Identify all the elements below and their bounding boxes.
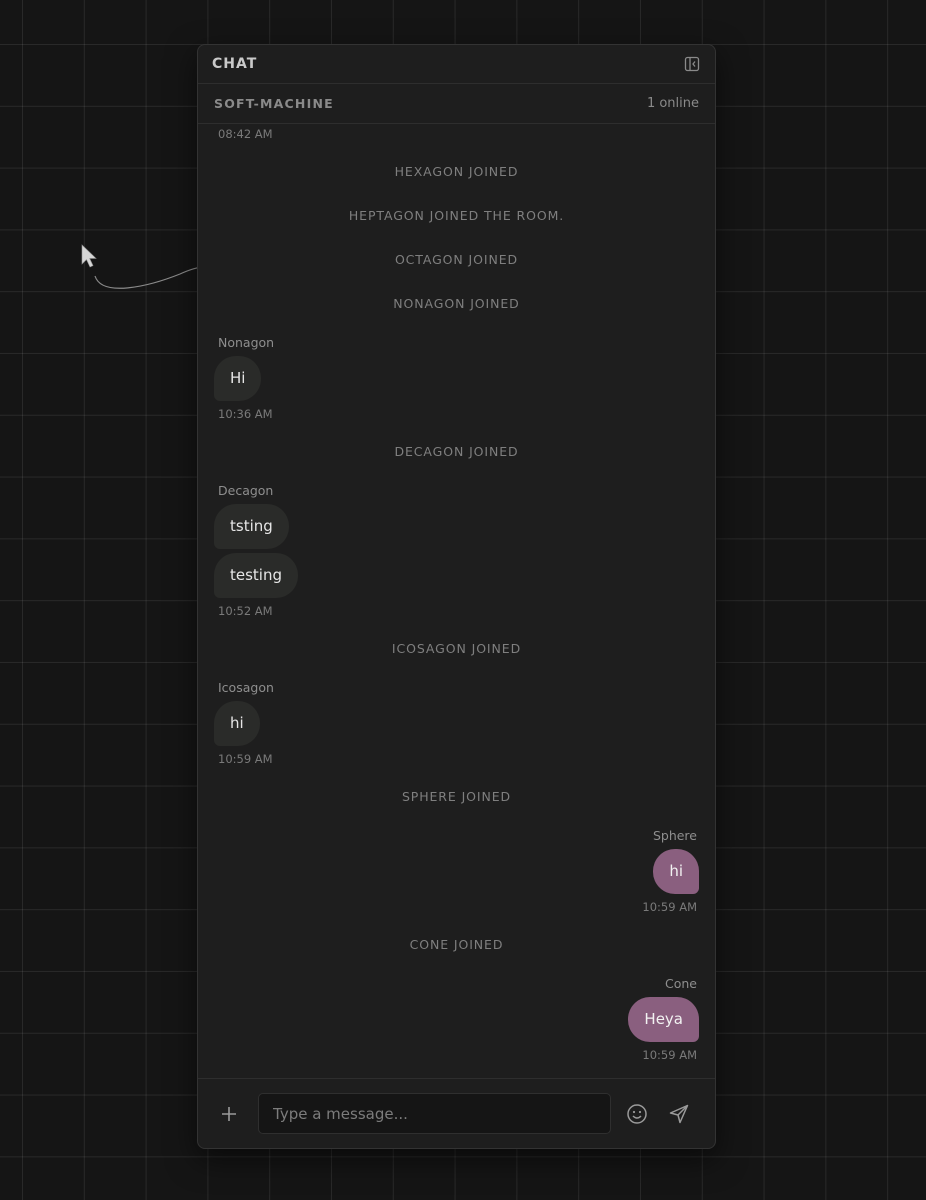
system-message: ICOSAGON JOINED [391,641,522,656]
message-bubble[interactable]: testing [214,553,299,598]
system-message: NONAGON JOINED [393,296,520,311]
message-row: Heya [214,997,699,1042]
plus-icon [222,1106,236,1121]
send-button[interactable] [665,1100,693,1128]
message-timestamp: 10:59 AM [218,752,273,766]
message-row: testing [214,553,699,598]
message-row: Hi [214,356,699,401]
message-sender: Decagon [218,483,274,498]
own-message-bubble[interactable]: Heya [628,997,699,1042]
system-message: OCTAGON JOINED [394,252,519,267]
smiley-icon [627,1103,647,1124]
system-message: CONE JOINED [409,937,504,952]
message-row: hi [214,701,699,746]
message-input[interactable] [258,1093,611,1134]
message-composer [198,1078,715,1148]
message-bubble[interactable]: tsting [214,504,289,549]
message-timestamp: 10:59 AM [642,1048,697,1062]
message-timestamp: 10:52 AM [218,604,273,618]
message-sender: Nonagon [218,335,275,350]
message-sender: Icosagon [218,680,274,695]
message-bubble[interactable]: Hi [214,356,262,401]
message-sender: Cone [665,976,697,991]
message-list[interactable]: 08:42 AM HEXAGON JOINED HEPTAGON JOINED … [198,124,715,1077]
panel-title: CHAT [212,56,258,72]
emoji-button[interactable] [623,1100,651,1128]
sidebar-collapse-icon [684,56,700,72]
system-message: DECAGON JOINED [394,444,519,459]
system-message: SPHERE JOINED [401,789,512,804]
add-attachment-button[interactable] [214,1099,244,1129]
system-message: HEPTAGON JOINED THE ROOM. [348,208,565,223]
paper-plane-icon [669,1104,689,1123]
message-row: hi [214,849,699,894]
online-count: 1 online [646,96,699,111]
room-name: SOFT-MACHINE [214,96,334,111]
message-bubble[interactable]: hi [214,701,260,746]
message-timestamp: 10:59 AM [642,900,697,914]
room-bar: SOFT-MACHINE 1 online [198,84,715,124]
message-timestamp: 10:36 AM [218,407,273,421]
message-row: tsting [214,504,699,549]
message-timestamp: 08:42 AM [218,127,273,141]
message-sender: Sphere [652,828,697,843]
own-message-bubble[interactable]: hi [653,849,699,894]
system-message: HEXAGON JOINED [394,164,519,179]
chat-header: CHAT [198,45,715,84]
collapse-sidebar-button[interactable] [683,55,701,73]
chat-panel: CHAT SOFT-MACHINE 1 online 08:42 AM HEXA… [197,44,716,1149]
